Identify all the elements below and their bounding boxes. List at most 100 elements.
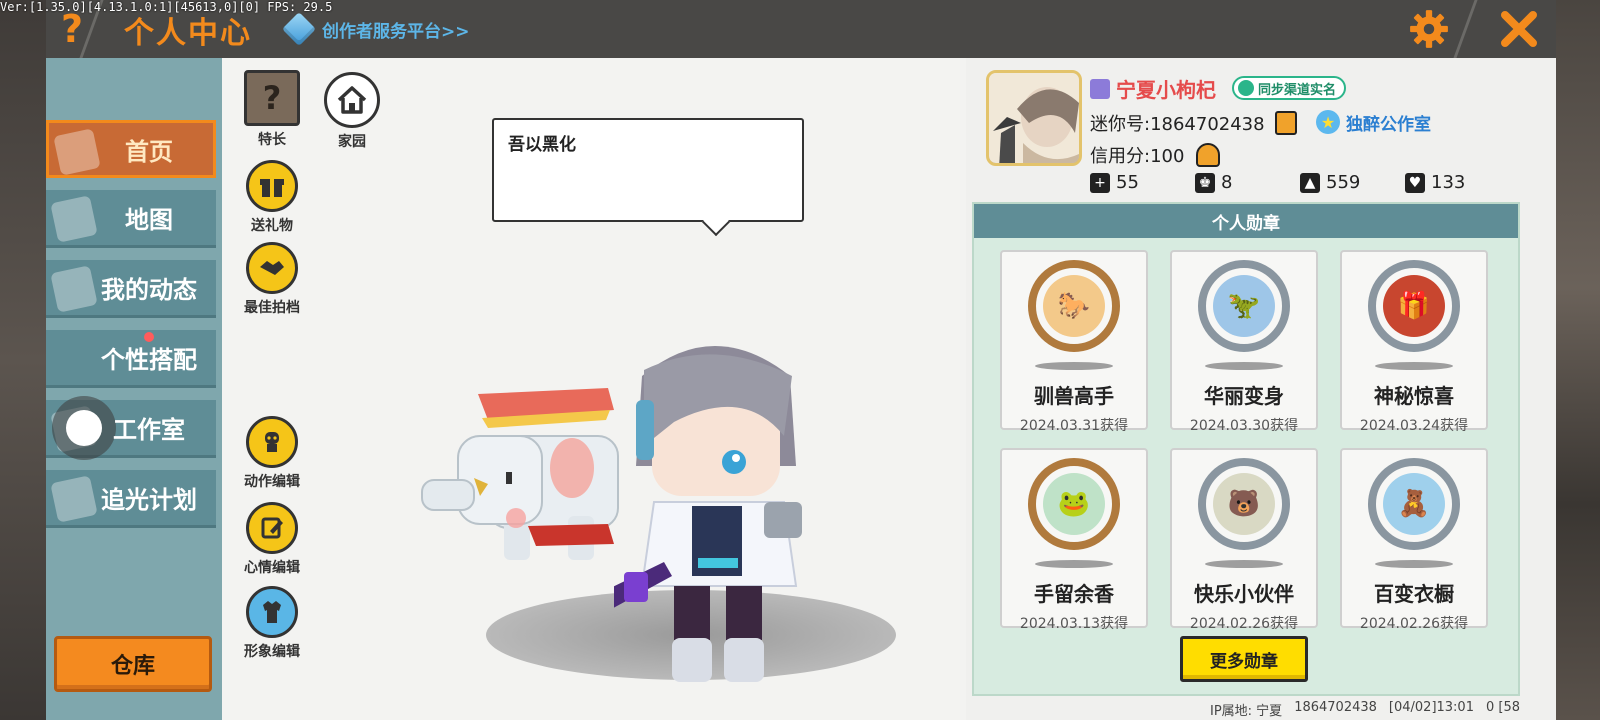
player-avatar-figure[interactable] xyxy=(614,326,824,698)
medal-card[interactable]: 🧸 百变衣橱 2024.02.26获得 xyxy=(1340,448,1488,632)
friends-medal-icon: 🐻 xyxy=(1213,473,1275,535)
close-icon xyxy=(1501,11,1537,47)
warehouse-button[interactable]: 仓库 xyxy=(54,636,212,692)
background-scene-right xyxy=(1556,0,1600,720)
medal-shadow xyxy=(1035,560,1113,568)
medal-name: 神秘惊喜 xyxy=(1374,384,1454,408)
sidebar-item-dynamics[interactable]: 我的动态 xyxy=(46,260,216,318)
copy-icon[interactable] xyxy=(1274,111,1297,135)
sidebar-item-label: 追光计划 xyxy=(101,486,197,514)
close-button[interactable] xyxy=(1482,0,1556,58)
wardrobe-medal-icon: 🧸 xyxy=(1383,473,1445,535)
stat-value: 8 xyxy=(1221,172,1233,193)
stat-value: 133 xyxy=(1431,172,1466,193)
stat-value: 559 xyxy=(1326,172,1361,193)
medal-shadow xyxy=(1375,362,1453,370)
stat-popularity[interactable]: ▲ 559 xyxy=(1300,172,1405,193)
settings-button[interactable] xyxy=(1406,6,1452,52)
medal-name: 百变衣橱 xyxy=(1374,582,1454,606)
studio-link[interactable]: ★ 独醉公作室 xyxy=(1316,108,1431,136)
more-medals-button[interactable]: 更多勋章 xyxy=(1180,636,1308,682)
medal-ring: 🐎 xyxy=(1028,260,1120,352)
send-gift-button[interactable]: 送礼物 xyxy=(232,160,312,235)
creator-platform-link[interactable]: 创作者服务平台>> xyxy=(282,10,470,48)
user-name: 宁夏小枸杞 xyxy=(1090,74,1216,103)
dancer-icon xyxy=(246,416,298,468)
medal-card[interactable]: 🦖 华丽变身 2024.03.30获得 xyxy=(1170,250,1318,434)
mini-id: 迷你号:1864702438 xyxy=(1090,110,1297,136)
profile-stats: + 55 ♚ 8 ▲ 559 ♥ 133 xyxy=(1090,172,1510,193)
frog-medal-icon: 🐸 xyxy=(1043,473,1105,535)
mood-edit-label: 心情编辑 xyxy=(244,560,300,576)
medal-date: 2024.02.26获得 xyxy=(1189,616,1299,632)
fans-icon: ♚ xyxy=(1195,172,1215,193)
speech-bubble[interactable]: 吾以黑化 xyxy=(492,118,804,237)
mini-id-text: 迷你号:1864702438 xyxy=(1090,114,1265,135)
action-edit-button[interactable]: 动作编辑 xyxy=(232,416,312,491)
medal-ring: 🐻 xyxy=(1198,458,1290,550)
sidebar-item-label: 个性搭配 xyxy=(101,346,197,374)
medal-date: 2024.03.13获得 xyxy=(1019,616,1129,632)
star-badge-icon: ★ xyxy=(1316,110,1340,134)
gift-icon xyxy=(246,160,298,212)
medal-ring: 🐸 xyxy=(1028,458,1120,550)
stat-value: 55 xyxy=(1116,172,1139,193)
version-fps-overlay: Ver:[1.35.0][4.13.1.0:1][45613,0][0] FPS… xyxy=(0,0,333,14)
medal-ring: 🧸 xyxy=(1368,458,1460,550)
fire-icon: ▲ xyxy=(1300,172,1320,193)
medal-card[interactable]: 🐻 快乐小伙伴 2024.02.26获得 xyxy=(1170,448,1318,632)
sidebar-item-home[interactable]: 首页 xyxy=(46,120,216,178)
footer-extra: 0 [58 xyxy=(1485,700,1521,715)
speech-text: 吾以黑化 xyxy=(508,135,576,155)
app-root: ? 个人中心 创作者服务平台>> 首页 地图 我的动态 个性搭配 工作室 追光计… xyxy=(0,0,1600,720)
user-name-text: 宁夏小枸杞 xyxy=(1116,78,1216,102)
medal-shadow xyxy=(1205,362,1283,370)
page-title: 个人中心 xyxy=(124,16,252,51)
vip-badge-icon xyxy=(1090,78,1110,99)
home-button[interactable]: 家园 xyxy=(312,72,392,151)
stat-follow[interactable]: + 55 xyxy=(1090,172,1195,193)
sidebar-item-chase-light[interactable]: 追光计划 xyxy=(46,470,216,528)
sidebar-item-label: 我的动态 xyxy=(101,276,197,304)
gear-icon xyxy=(1410,10,1448,48)
sidebar-item-outfit[interactable]: 个性搭配 xyxy=(46,330,216,388)
home-label: 家园 xyxy=(338,134,366,150)
appearance-edit-label: 形象编辑 xyxy=(244,644,300,660)
specialty-label: 特长 xyxy=(258,132,286,148)
credit-score-text: 信用分:100 xyxy=(1090,146,1185,167)
user-avatar[interactable] xyxy=(986,70,1082,166)
sidebar-item-label: 工作室 xyxy=(113,416,185,444)
specialty-button[interactable]: ? 特长 xyxy=(232,70,312,149)
credit-score: 信用分:100 xyxy=(1090,142,1221,168)
medal-shadow xyxy=(1035,362,1113,370)
credit-person-icon[interactable] xyxy=(1196,143,1221,167)
horse-medal-icon: 🐎 xyxy=(1043,275,1105,337)
appearance-edit-button[interactable]: 形象编辑 xyxy=(232,586,312,661)
background-scene-left xyxy=(0,0,46,720)
medal-card[interactable]: 🐎 驯兽高手 2024.03.31获得 xyxy=(1000,250,1148,434)
best-partner-button[interactable]: 最佳拍档 xyxy=(232,242,312,317)
medal-card[interactable]: 🎁 神秘惊喜 2024.03.24获得 xyxy=(1340,250,1488,434)
profile-window: ? 个人中心 创作者服务平台>> 首页 地图 我的动态 个性搭配 工作室 追光计… xyxy=(46,0,1556,720)
cube-icon xyxy=(282,12,316,46)
sidebar: 首页 地图 我的动态 个性搭配 工作室 追光计划 仓库 xyxy=(46,58,222,720)
question-box-icon: ? xyxy=(244,70,300,126)
medal-name: 驯兽高手 xyxy=(1034,384,1114,408)
studio-name: 独醉公作室 xyxy=(1346,114,1431,135)
medal-date: 2024.03.24获得 xyxy=(1359,418,1469,434)
mood-edit-button[interactable]: 心情编辑 xyxy=(232,502,312,577)
person-check-icon xyxy=(1238,80,1254,96)
stat-likes[interactable]: ♥ 133 xyxy=(1405,172,1510,193)
stat-fans[interactable]: ♚ 8 xyxy=(1195,172,1300,193)
sync-realname-button[interactable]: 同步渠道实名 xyxy=(1232,76,1347,100)
sidebar-item-label: 地图 xyxy=(125,206,173,234)
sidebar-item-map[interactable]: 地图 xyxy=(46,190,216,248)
avatar-portrait xyxy=(989,73,1079,163)
medal-shadow xyxy=(1375,560,1453,568)
medal-ring: 🦖 xyxy=(1198,260,1290,352)
dino-medal-icon: 🦖 xyxy=(1213,275,1275,337)
medal-card[interactable]: 🐸 手留余香 2024.03.13获得 xyxy=(1000,448,1148,632)
footer-user-id: 1864702438 xyxy=(1294,700,1377,715)
heart-icon: ♥ xyxy=(1405,172,1425,193)
medal-date: 2024.03.31获得 xyxy=(1019,418,1129,434)
